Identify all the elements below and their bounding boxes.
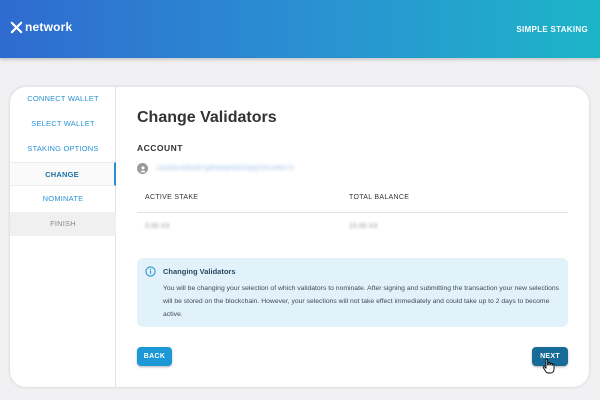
info-body: You will be changing your selection of w… (163, 285, 560, 318)
active-stake-value: 0.00 XX (145, 223, 170, 230)
account-address: 1A2b3c4d5e6f7g8h9i0jKlMnOpQrStUvWxYz (156, 165, 295, 172)
steps-sidebar: CONNECT WALLET SELECT WALLET STAKING OPT… (10, 87, 116, 387)
info-alert: Changing Validators You will be changing… (137, 258, 568, 327)
step-finish: FINISH (10, 212, 116, 236)
user-icon (139, 165, 146, 172)
step-change[interactable]: CHANGE (10, 162, 116, 186)
step-staking-options[interactable]: STAKING OPTIONS (10, 137, 116, 161)
x-logo-icon (10, 21, 23, 33)
step-nominate[interactable]: NOMINATE (10, 187, 116, 211)
page-title: Change Validators (137, 109, 277, 126)
main-panel: Change Validators ACCOUNT 1A2b3c4d5e6f7g… (137, 87, 589, 387)
total-balance-value: 10.00 XX (349, 223, 378, 230)
account-label: ACCOUNT (137, 143, 183, 153)
hand-cursor-icon (542, 358, 555, 374)
total-balance-header: TOTAL BALANCE (349, 194, 410, 201)
simple-staking-link[interactable]: SIMPLE STAKING (516, 25, 588, 34)
info-title: Changing Validators (163, 267, 236, 276)
info-icon (145, 266, 156, 277)
account-row: 1A2b3c4d5e6f7g8h9i0jKlMnOpQrStUvWxYz (137, 163, 294, 174)
top-bar: network SIMPLE STAKING (0, 0, 600, 58)
avatar (137, 163, 148, 174)
staking-card: CONNECT WALLET SELECT WALLET STAKING OPT… (10, 87, 589, 387)
step-select-wallet[interactable]: SELECT WALLET (10, 112, 116, 136)
active-stake-header: ACTIVE STAKE (145, 194, 199, 201)
table-divider (137, 212, 568, 213)
brand-logo[interactable]: network (10, 20, 72, 34)
back-button[interactable]: BACK (137, 347, 172, 366)
brand-name: network (25, 20, 73, 34)
step-connect-wallet[interactable]: CONNECT WALLET (10, 87, 116, 111)
